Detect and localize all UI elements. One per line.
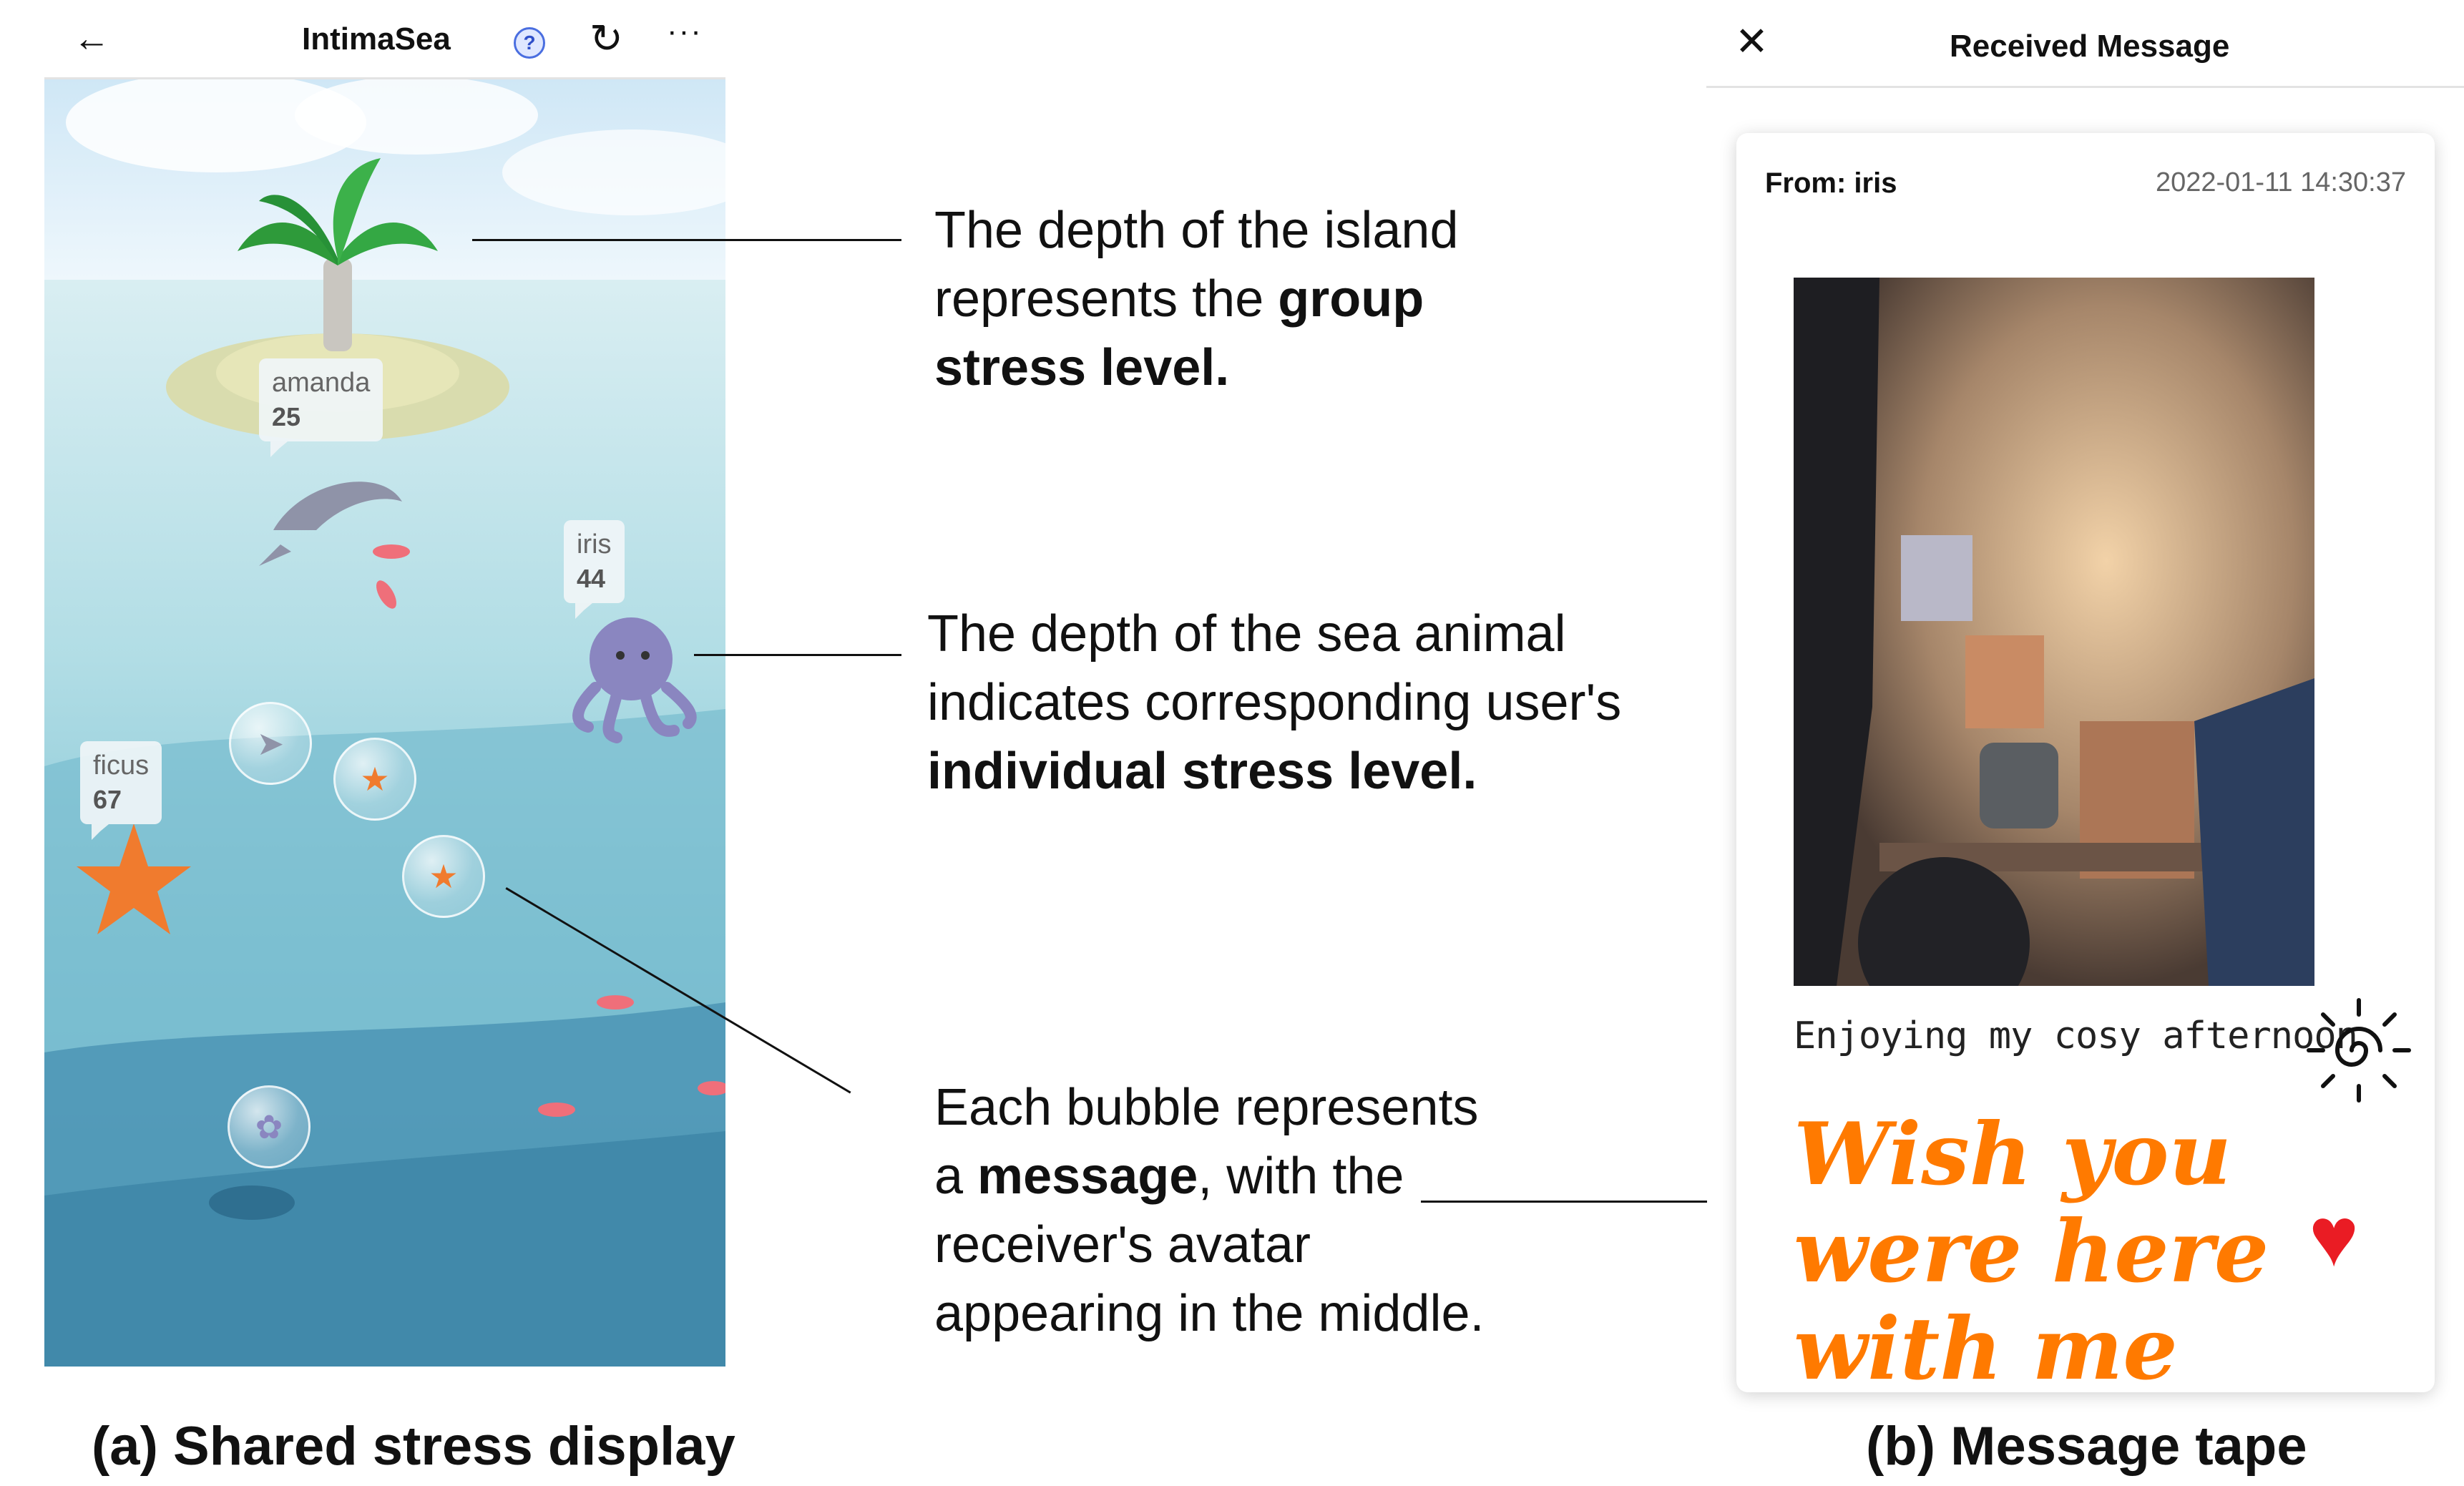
octopus-avatar-icon: ✿: [255, 1108, 283, 1145]
user-name: iris: [577, 529, 612, 559]
shared-stress-display-screen: ← IntimaSea ? ↻ ··· amanda 25 iris 44 fi…: [44, 0, 725, 1367]
refresh-icon[interactable]: ↻: [590, 19, 623, 59]
dolphin-avatar-icon: ➤: [256, 725, 285, 762]
sender-label: From: iris: [1765, 167, 1897, 199]
photo-caption: Enjoying my cosy afternoon: [1794, 1015, 2358, 1057]
sun-doodle-icon: [2307, 998, 2411, 1103]
back-arrow-icon[interactable]: ←: [73, 20, 110, 57]
message-bubble-starfish[interactable]: ★: [402, 835, 485, 918]
user-stress-level: 67: [93, 785, 122, 814]
user-name: amanda: [272, 368, 371, 398]
pointer-line-animal: [694, 654, 901, 656]
message-bubble-octopus[interactable]: ✿: [228, 1085, 311, 1168]
photo-image: [1794, 278, 2314, 986]
starfish-avatar-icon: ★: [429, 858, 459, 895]
user-tag-amanda: amanda 25: [259, 358, 383, 457]
annotation-island: The depth of the island represents the g…: [934, 196, 1521, 402]
help-icon[interactable]: ?: [514, 27, 545, 59]
pointer-line-message: [1421, 1201, 1707, 1203]
close-icon[interactable]: ✕: [1735, 20, 1769, 63]
sea-background: [44, 79, 725, 1367]
annotation-bubble: Each bubble represents a message, with t…: [934, 1073, 1521, 1348]
app-top-bar: ← IntimaSea ? ↻ ···: [44, 0, 725, 79]
app-title: IntimaSea: [302, 21, 451, 57]
message-card: From: iris 2022-01-11 14:30:37 Enjoying …: [1736, 133, 2435, 1398]
annotation-bold-text: individual stress level.: [927, 743, 1477, 800]
user-tag-iris: iris 44: [564, 520, 625, 619]
message-tape-screen: ✕ Received Message From: iris 2022-01-11…: [1706, 0, 2464, 1402]
message-bubble-starfish[interactable]: ★: [333, 738, 416, 821]
user-tag-ficus: ficus 67: [80, 741, 162, 840]
pointer-line-island: [472, 239, 901, 241]
message-photo: [1794, 278, 2314, 986]
message-bubble-dolphin[interactable]: ➤: [229, 702, 312, 785]
message-top-bar: ✕ Received Message: [1706, 0, 2464, 88]
figure-caption-b: (b) Message tape: [1866, 1416, 2307, 1477]
starfish-avatar-icon: ★: [360, 761, 390, 798]
more-options-icon[interactable]: ···: [667, 16, 703, 47]
user-stress-level: 44: [577, 564, 606, 593]
annotation-animal: The depth of the sea animal indicates co…: [927, 600, 1643, 806]
user-name: ficus: [93, 751, 150, 781]
screen-title: Received Message: [1950, 29, 2230, 64]
figure-caption-a: (a) Shared stress display: [92, 1416, 735, 1477]
annotation-bold-text: message: [977, 1148, 1198, 1205]
annotation-text: The depth of the sea animal indicates co…: [927, 605, 1622, 731]
user-stress-level: 25: [272, 402, 301, 431]
message-timestamp: 2022-01-11 14:30:37: [2155, 167, 2406, 197]
sea-scene: amanda 25 iris 44 ficus 67 ➤ ★ ★ ✿: [44, 79, 725, 1367]
heart-icon: ♥: [2309, 1190, 2360, 1284]
